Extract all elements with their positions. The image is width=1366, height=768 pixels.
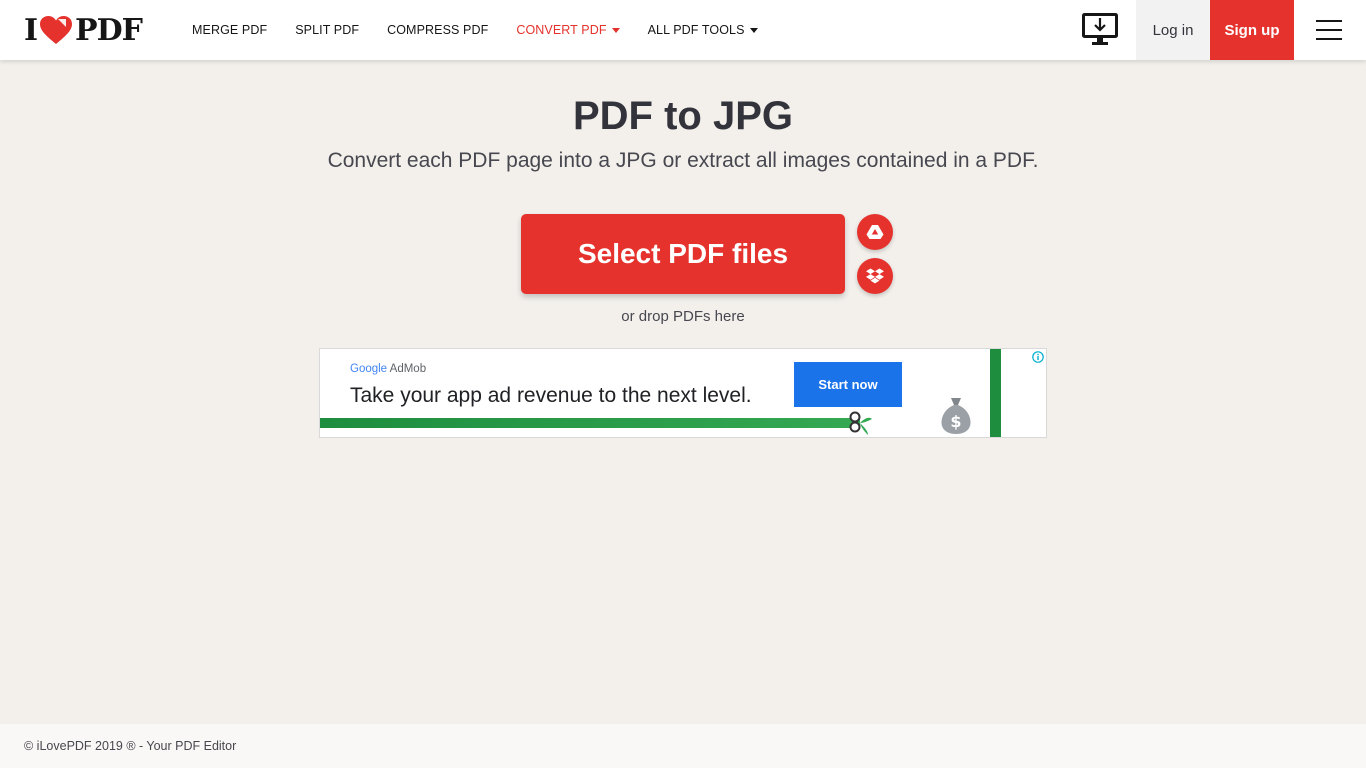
svg-text:$: $ — [950, 412, 961, 431]
logo-text-pdf: PDF — [75, 12, 143, 48]
advertisement-banner[interactable]: Google AdMob Take your app ad revenue to… — [319, 348, 1047, 438]
footer-copyright: © iLovePDF 2019 ® - Your PDF Editor — [24, 739, 237, 753]
ad-headline: Take your app ad revenue to the next lev… — [350, 384, 752, 407]
ad-sprout-icon — [849, 411, 872, 435]
logo-text-i: I — [24, 12, 38, 48]
page-footer: © iLovePDF 2019 ® - Your PDF Editor — [0, 724, 1366, 768]
menu-line — [1316, 20, 1342, 22]
dropbox-icon — [866, 268, 884, 284]
menu-line — [1316, 38, 1342, 40]
nav-compress-pdf[interactable]: COMPRESS PDF — [387, 23, 488, 37]
ad-start-now-button[interactable]: Start now — [794, 362, 902, 407]
ad-green-stripe — [990, 349, 1001, 437]
ad-brand-product: AdMob — [389, 363, 427, 375]
top-header: I PDF MERGE PDF SPLIT PDF COMPRESS PDF C… — [0, 0, 1366, 60]
nav-all-pdf-tools[interactable]: ALL PDF TOOLS — [648, 23, 758, 37]
signup-button[interactable]: Sign up — [1210, 0, 1294, 60]
google-drive-button[interactable] — [857, 214, 893, 250]
heart-logo-icon — [40, 16, 73, 44]
page-subtitle: Convert each PDF page into a JPG or extr… — [327, 149, 1039, 172]
nav-label: ALL PDF TOOLS — [647, 23, 745, 37]
nav-label: SPLIT PDF — [295, 23, 360, 37]
nav-split-pdf[interactable]: SPLIT PDF — [295, 23, 359, 37]
caret-down-icon — [611, 27, 620, 33]
main-nav: MERGE PDF SPLIT PDF COMPRESS PDF CONVERT… — [192, 0, 786, 60]
login-button[interactable]: Log in — [1136, 0, 1210, 60]
dropbox-button[interactable] — [857, 258, 893, 294]
ilovepdf-logo[interactable]: I PDF — [24, 12, 143, 48]
nav-label: MERGE PDF — [192, 23, 268, 37]
desktop-download-icon[interactable] — [1082, 13, 1118, 47]
google-drive-icon — [866, 225, 884, 239]
nav-label: COMPRESS PDF — [387, 23, 489, 37]
nav-label: CONVERT PDF — [516, 23, 607, 37]
money-bag-icon: $ — [941, 398, 971, 434]
drop-files-hint: or drop PDFs here — [621, 308, 745, 325]
select-pdf-files-button[interactable]: Select PDF files — [521, 214, 845, 294]
hamburger-menu-icon[interactable] — [1316, 20, 1342, 40]
caret-down-icon — [749, 27, 758, 33]
ad-brand: Google AdMob — [350, 363, 426, 375]
menu-line — [1316, 29, 1342, 31]
ad-brand-google: Google — [350, 363, 388, 375]
page-title: PDF to JPG — [572, 94, 794, 138]
ad-progress-bar — [320, 418, 860, 428]
nav-convert-pdf[interactable]: CONVERT PDF — [516, 23, 620, 37]
nav-merge-pdf[interactable]: MERGE PDF — [192, 23, 267, 37]
ad-info-icon[interactable] — [1032, 351, 1044, 363]
